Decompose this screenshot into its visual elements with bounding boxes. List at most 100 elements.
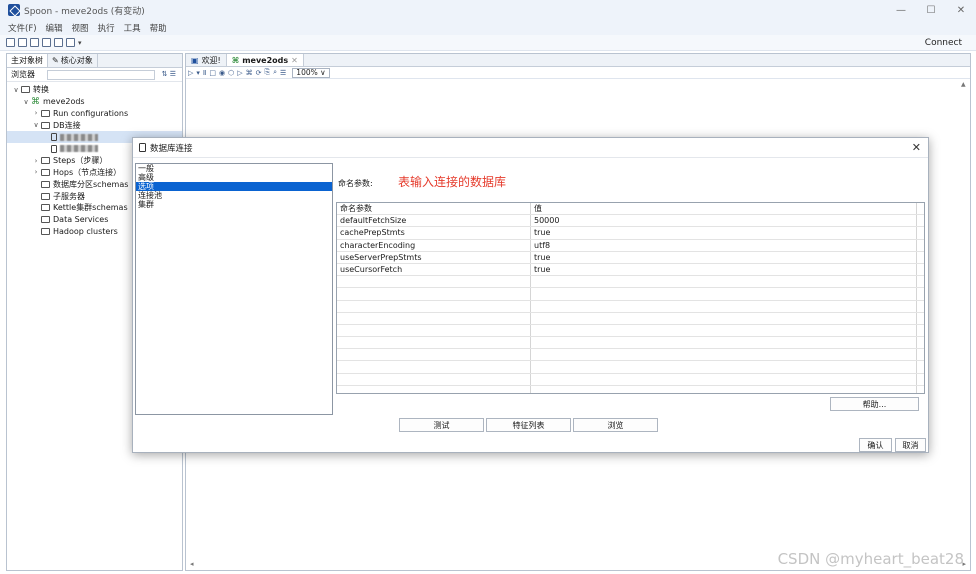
ok-button[interactable]: 确认 xyxy=(859,438,892,452)
menu-tools[interactable]: 工具 xyxy=(124,22,141,34)
table-row[interactable] xyxy=(337,300,924,313)
param-name-cell[interactable] xyxy=(337,324,531,337)
param-name-cell[interactable] xyxy=(337,288,531,300)
debug-icon[interactable]: ⬡ xyxy=(228,69,234,77)
category-item[interactable]: 连接池 xyxy=(136,191,332,200)
impact-icon[interactable]: ⟳ xyxy=(256,69,262,77)
cancel-button[interactable]: 取消 xyxy=(895,438,926,452)
preview-icon[interactable]: ◉ xyxy=(219,69,225,77)
close-window-button[interactable]: ✕ xyxy=(946,0,976,20)
explore-button[interactable]: 浏览 xyxy=(573,418,658,432)
run-dropdown-icon[interactable]: ▾ xyxy=(196,69,200,77)
connect-button[interactable]: Connect xyxy=(925,38,962,48)
save-as-icon[interactable] xyxy=(54,38,63,47)
help-button[interactable]: 帮助... xyxy=(830,397,919,411)
tree-item[interactable]: ∨ ⌘ meve2ods xyxy=(7,96,182,108)
param-name-cell[interactable]: useCursorFetch xyxy=(337,263,531,276)
feature-list-button[interactable]: 特征列表 xyxy=(486,418,571,432)
tree-search-input[interactable] xyxy=(47,70,155,80)
table-row[interactable] xyxy=(337,337,924,350)
pause-icon[interactable]: Ⅱ xyxy=(203,69,206,77)
table-row[interactable] xyxy=(337,373,924,386)
param-name-cell[interactable] xyxy=(337,361,531,373)
close-tab-icon[interactable]: ✕ xyxy=(291,56,298,65)
explore-db-icon[interactable]: ⌕ xyxy=(273,68,277,77)
param-value-cell[interactable] xyxy=(531,324,917,337)
param-value-cell[interactable] xyxy=(531,288,917,300)
maximize-button[interactable]: ☐ xyxy=(916,0,946,20)
tree-tools-icon[interactable]: ⇅ ☰ xyxy=(162,70,176,78)
tab-main-tree[interactable]: 主对象树 xyxy=(7,54,48,67)
param-name-cell[interactable]: characterEncoding xyxy=(337,239,531,251)
scroll-up-icon[interactable]: ▲ xyxy=(961,81,966,88)
category-item[interactable]: 高级 xyxy=(136,173,332,182)
category-item[interactable]: 集群 xyxy=(136,200,332,209)
param-value-cell[interactable] xyxy=(531,337,917,349)
param-name-cell[interactable] xyxy=(337,349,531,361)
chevron-down-icon[interactable]: ▾ xyxy=(78,39,82,47)
menu-run[interactable]: 执行 xyxy=(98,22,115,34)
table-row[interactable] xyxy=(337,312,924,325)
param-name-cell[interactable]: useServerPrepStmts xyxy=(337,251,531,263)
replay-icon[interactable]: ▷ xyxy=(237,69,242,77)
param-value-cell[interactable] xyxy=(531,385,917,393)
param-name-cell[interactable] xyxy=(337,276,531,288)
table-row[interactable] xyxy=(337,361,924,374)
menu-file[interactable]: 文件(F) xyxy=(8,22,37,34)
param-name-cell[interactable]: defaultFetchSize xyxy=(337,215,531,227)
expand-chevron-icon[interactable]: ∨ xyxy=(21,98,31,106)
grid-icon[interactable]: ☰ xyxy=(280,69,286,77)
tree-item[interactable]: › Run configurations xyxy=(7,108,182,120)
param-value-cell[interactable]: true xyxy=(531,263,917,276)
vertical-scrollbar[interactable]: ▲ xyxy=(960,79,970,559)
table-row[interactable]: useCursorFetch true xyxy=(337,263,924,277)
run-icon[interactable]: ▷ xyxy=(188,69,193,77)
new-file-icon[interactable] xyxy=(6,38,15,47)
param-value-cell[interactable] xyxy=(531,276,917,288)
sql-icon[interactable]: ⎘ xyxy=(264,68,270,77)
param-name-cell[interactable] xyxy=(337,300,531,312)
scroll-left-icon[interactable]: ◂ xyxy=(190,560,194,568)
stop-icon[interactable]: □ xyxy=(209,69,216,77)
table-row[interactable] xyxy=(337,324,924,338)
param-name-cell[interactable]: cachePrepStmts xyxy=(337,227,531,239)
param-value-cell[interactable]: true xyxy=(531,251,917,263)
param-value-cell[interactable] xyxy=(531,361,917,373)
table-row[interactable]: cachePrepStmts true xyxy=(337,227,924,240)
param-value-cell[interactable] xyxy=(531,373,917,385)
param-name-cell[interactable] xyxy=(337,385,531,393)
param-name-cell[interactable] xyxy=(337,373,531,385)
expand-chevron-icon[interactable]: ∨ xyxy=(11,86,21,94)
menu-help[interactable]: 帮助 xyxy=(150,22,167,34)
menu-view[interactable]: 视图 xyxy=(72,22,89,34)
category-item[interactable]: 一般 xyxy=(136,164,332,173)
zoom-select[interactable]: 100% ∨ xyxy=(292,67,330,78)
table-row[interactable] xyxy=(337,276,924,289)
tab-core-objects[interactable]: ✎ 核心对象 xyxy=(48,54,98,67)
minimize-button[interactable]: — xyxy=(886,0,916,20)
tab-welcome[interactable]: ▣ 欢迎! xyxy=(186,54,227,66)
table-row[interactable]: useServerPrepStmts true xyxy=(337,251,924,264)
param-name-cell[interactable] xyxy=(337,337,531,349)
table-row[interactable]: defaultFetchSize 50000 xyxy=(337,215,924,228)
param-value-cell[interactable]: 50000 xyxy=(531,215,917,227)
table-row[interactable] xyxy=(337,385,924,393)
collapse-chevron-icon[interactable]: › xyxy=(31,168,41,176)
layers-icon[interactable] xyxy=(66,38,75,47)
collapse-chevron-icon[interactable]: › xyxy=(31,157,41,165)
collapse-chevron-icon[interactable]: › xyxy=(31,109,41,117)
table-row[interactable]: characterEncoding utf8 xyxy=(337,239,924,252)
tree-item[interactable]: ∨ DB连接 xyxy=(7,119,182,131)
save-icon[interactable] xyxy=(42,38,51,47)
param-value-cell[interactable] xyxy=(531,300,917,312)
table-row[interactable] xyxy=(337,349,924,362)
param-value-cell[interactable] xyxy=(531,349,917,361)
close-icon[interactable]: ✕ xyxy=(912,141,921,154)
param-name-cell[interactable] xyxy=(337,312,531,324)
param-value-cell[interactable]: utf8 xyxy=(531,239,917,251)
category-item[interactable]: 选项 xyxy=(136,182,332,191)
test-button[interactable]: 测试 xyxy=(399,418,484,432)
verify-icon[interactable]: ⌘ xyxy=(246,69,253,77)
open-file-icon[interactable] xyxy=(18,38,27,47)
expand-chevron-icon[interactable]: ∨ xyxy=(31,121,41,129)
